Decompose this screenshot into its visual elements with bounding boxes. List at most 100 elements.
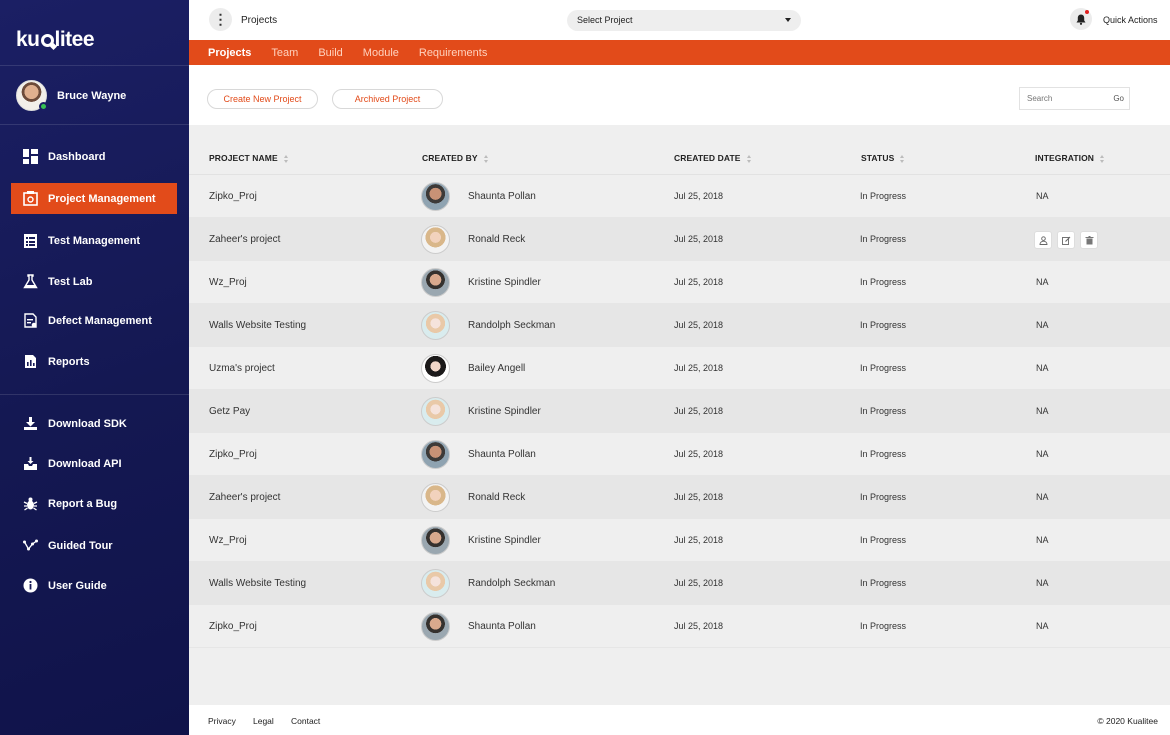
integration: NA	[1036, 621, 1049, 631]
info-icon	[22, 578, 38, 594]
footer-link-privacy[interactable]: Privacy	[208, 716, 236, 726]
avatar	[421, 397, 450, 426]
project-name[interactable]: Getz Pay	[209, 406, 250, 417]
sidebar-item-user-guide[interactable]: User Guide	[11, 570, 177, 601]
table-row[interactable]: Walls Website Testing Randolph Seckman J…	[189, 562, 1170, 605]
delete-icon[interactable]	[1080, 231, 1098, 249]
sidebar-item-test-management[interactable]: Test Management	[11, 225, 177, 256]
table-row[interactable]: Zaheer's project Ronald Reck Jul 25, 201…	[189, 218, 1170, 261]
dashboard-icon	[22, 149, 38, 165]
table-row[interactable]: Wz_Proj Kristine Spindler Jul 25, 2018 I…	[189, 519, 1170, 562]
project-name[interactable]: Walls Website Testing	[209, 320, 306, 331]
table-row[interactable]: Walls Website Testing Randolph Seckman J…	[189, 304, 1170, 347]
project-name[interactable]: Uzma's project	[209, 363, 275, 374]
integration: NA	[1036, 578, 1049, 588]
more-options-icon[interactable]: ⋮	[209, 8, 232, 31]
tab-projects[interactable]: Projects	[208, 47, 251, 59]
footer-link-legal[interactable]: Legal	[253, 716, 274, 726]
table-row[interactable]: Zipko_Proj Shaunta Pollan Jul 25, 2018 I…	[189, 433, 1170, 476]
sort-icon[interactable]	[283, 154, 289, 163]
integration: NA	[1036, 320, 1049, 330]
quick-actions-button[interactable]: Quick Actions	[1103, 15, 1158, 25]
created-date: Jul 25, 2018	[674, 320, 724, 330]
sort-icon[interactable]	[900, 154, 905, 163]
brand-logo[interactable]: ku litee	[16, 28, 95, 52]
edit-icon[interactable]	[1057, 231, 1075, 249]
created-date: Jul 25, 2018	[674, 449, 724, 459]
table-body: Zipko_Proj Shaunta Pollan Jul 25, 2018 I…	[189, 175, 1170, 648]
project-name[interactable]: Zaheer's project	[209, 492, 280, 503]
project-name[interactable]: Wz_Proj	[209, 535, 247, 546]
sidebar-item-reports[interactable]: Reports	[11, 346, 177, 377]
status: In Progress	[860, 234, 907, 244]
tab-build[interactable]: Build	[318, 47, 342, 59]
created-by: Randolph Seckman	[468, 578, 556, 589]
column-header-project-name[interactable]: PROJECT NAME	[209, 153, 289, 163]
avatar	[421, 569, 450, 598]
created-by: Shaunta Pollan	[468, 191, 536, 202]
bug-icon	[22, 496, 38, 512]
created-by: Bailey Angell	[468, 363, 526, 374]
create-new-project-button[interactable]: Create New Project	[207, 89, 318, 109]
sort-icon[interactable]	[746, 154, 752, 163]
column-header-created-by[interactable]: CREATED BY	[422, 153, 489, 163]
table-row[interactable]: Wz_Proj Kristine Spindler Jul 25, 2018 I…	[189, 261, 1170, 304]
user-profile[interactable]: Bruce Wayne	[16, 80, 126, 111]
integration: NA	[1036, 535, 1049, 545]
sidebar-item-label: Defect Management	[48, 314, 152, 327]
project-name[interactable]: Zipko_Proj	[209, 449, 257, 460]
avatar	[421, 526, 450, 555]
tab-module[interactable]: Module	[363, 47, 399, 59]
sort-icon[interactable]	[483, 154, 489, 163]
column-header-status[interactable]: STATUS	[861, 153, 905, 163]
table-row[interactable]: Getz Pay Kristine Spindler Jul 25, 2018 …	[189, 390, 1170, 433]
clipboard-icon	[22, 233, 38, 249]
status: In Progress	[860, 191, 907, 201]
table-row[interactable]: Uzma's project Bailey Angell Jul 25, 201…	[189, 347, 1170, 390]
sidebar-item-guided-tour[interactable]: Guided Tour	[11, 530, 177, 561]
assign-user-icon[interactable]	[1034, 231, 1052, 249]
route-icon	[22, 538, 38, 554]
sort-icon[interactable]	[1100, 154, 1105, 163]
flask-icon	[22, 274, 38, 290]
column-header-created-date[interactable]: CREATED DATE	[674, 153, 752, 163]
sidebar-item-report-a-bug[interactable]: Report a Bug	[11, 488, 177, 519]
column-header-integration[interactable]: INTEGRATION	[1035, 153, 1105, 163]
search-input[interactable]	[1020, 88, 1100, 109]
project-name[interactable]: Zaheer's project	[209, 234, 280, 245]
tab-team[interactable]: Team	[271, 47, 298, 59]
column-header-label: PROJECT NAME	[209, 153, 278, 163]
archived-project-button[interactable]: Archived Project	[332, 89, 443, 109]
avatar	[421, 311, 450, 340]
project-name[interactable]: Zipko_Proj	[209, 191, 257, 202]
sidebar-item-label: Test Lab	[48, 275, 93, 288]
tab-requirements[interactable]: Requirements	[419, 47, 487, 59]
created-date: Jul 25, 2018	[674, 363, 724, 373]
created-by: Kristine Spindler	[468, 535, 541, 546]
sidebar-item-download-sdk[interactable]: Download SDK	[11, 408, 177, 439]
created-date: Jul 25, 2018	[674, 535, 724, 545]
sidebar-item-dashboard[interactable]: Dashboard	[11, 141, 177, 172]
notification-bell-icon[interactable]	[1070, 8, 1092, 30]
project-name[interactable]: Wz_Proj	[209, 277, 247, 288]
footer: Privacy Legal Contact © 2020 Kualitee	[189, 705, 1170, 735]
avatar	[421, 612, 450, 641]
sidebar-item-test-lab[interactable]: Test Lab	[11, 266, 177, 297]
project-name[interactable]: Zipko_Proj	[209, 621, 257, 632]
project-name[interactable]: Walls Website Testing	[209, 578, 306, 589]
avatar	[421, 440, 450, 469]
table-row[interactable]: Zipko_Proj Shaunta Pollan Jul 25, 2018 I…	[189, 605, 1170, 648]
sidebar-item-label: Reports	[48, 355, 90, 368]
table-row[interactable]: Zaheer's project Ronald Reck Jul 25, 201…	[189, 476, 1170, 519]
created-by: Kristine Spindler	[468, 406, 541, 417]
footer-link-contact[interactable]: Contact	[291, 716, 320, 726]
sidebar-item-download-api[interactable]: Download API	[11, 448, 177, 479]
created-date: Jul 25, 2018	[674, 191, 724, 201]
sidebar: ku litee Bruce Wayne Dashboard Project Ma…	[0, 0, 189, 735]
table-row[interactable]: Zipko_Proj Shaunta Pollan Jul 25, 2018 I…	[189, 175, 1170, 218]
column-header-label: CREATED DATE	[674, 153, 741, 163]
sidebar-item-defect-management[interactable]: Defect Management	[11, 305, 177, 336]
search-go-button[interactable]: Go	[1113, 94, 1124, 103]
project-select[interactable]: Select Project	[567, 10, 801, 31]
sidebar-item-project-management[interactable]: Project Management	[11, 183, 177, 214]
